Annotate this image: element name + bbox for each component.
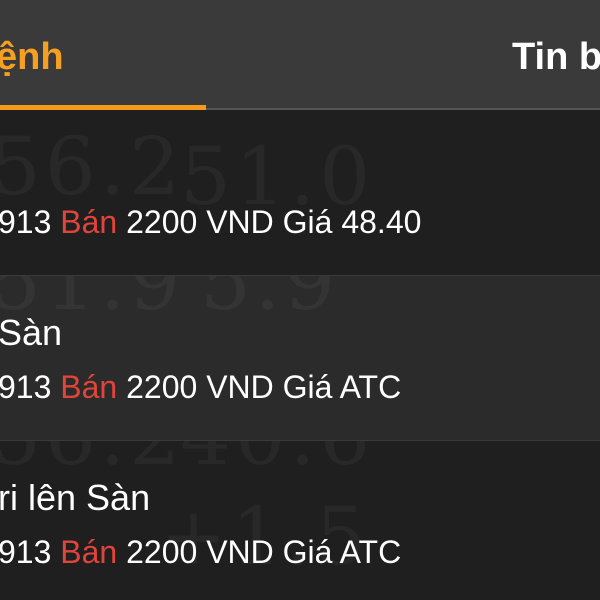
row-divider — [0, 440, 600, 441]
ghost-number: 56.2 — [0, 120, 184, 213]
order-side: Bán — [60, 369, 118, 405]
order-code: 913 — [0, 369, 61, 405]
notification-title: ri lên Sàn — [0, 477, 151, 518]
ghost-number: 5.9 — [200, 275, 339, 328]
order-info: 2200 VND Giá ATC — [117, 534, 402, 570]
order-info: 2200 VND Giá 48.40 — [117, 204, 422, 240]
tab-news[interactable]: Tin b — [470, 0, 600, 108]
notification-detail: 913 Bán 2200 VND Giá ATC — [0, 532, 401, 572]
notification-item[interactable]: 56.2 40.6 +1.5 ri lên Sàn 913 Bán 2200 V… — [0, 440, 600, 600]
tab-bar: ệnh Tin b — [0, 0, 600, 110]
ghost-number: 40.6 — [180, 440, 374, 483]
order-code: 913 — [0, 204, 61, 240]
notification-item[interactable]: 56.2 51.0 913 Bán 2200 VND Giá 48.40 — [0, 110, 600, 275]
notification-detail: 913 Bán 2200 VND Giá ATC — [0, 367, 401, 407]
order-info: 2200 VND Giá ATC — [117, 369, 402, 405]
notification-detail: 913 Bán 2200 VND Giá 48.40 — [0, 202, 421, 242]
order-side: Bán — [60, 204, 118, 240]
order-code: 913 — [0, 534, 61, 570]
order-side: Bán — [60, 534, 118, 570]
notification-item[interactable]: 51.9 5.9 Sàn 913 Bán 2200 VND Giá ATC — [0, 275, 600, 440]
orders-screen: ệnh Tin b 56.2 51.0 913 Bán 2200 VND Giá… — [0, 0, 600, 600]
tab-news-label: Tin b — [512, 36, 600, 78]
notification-title: Sàn — [0, 312, 63, 353]
row-divider — [0, 275, 600, 276]
tab-orders[interactable]: ệnh — [0, 0, 206, 110]
tab-orders-label: ệnh — [0, 36, 64, 78]
